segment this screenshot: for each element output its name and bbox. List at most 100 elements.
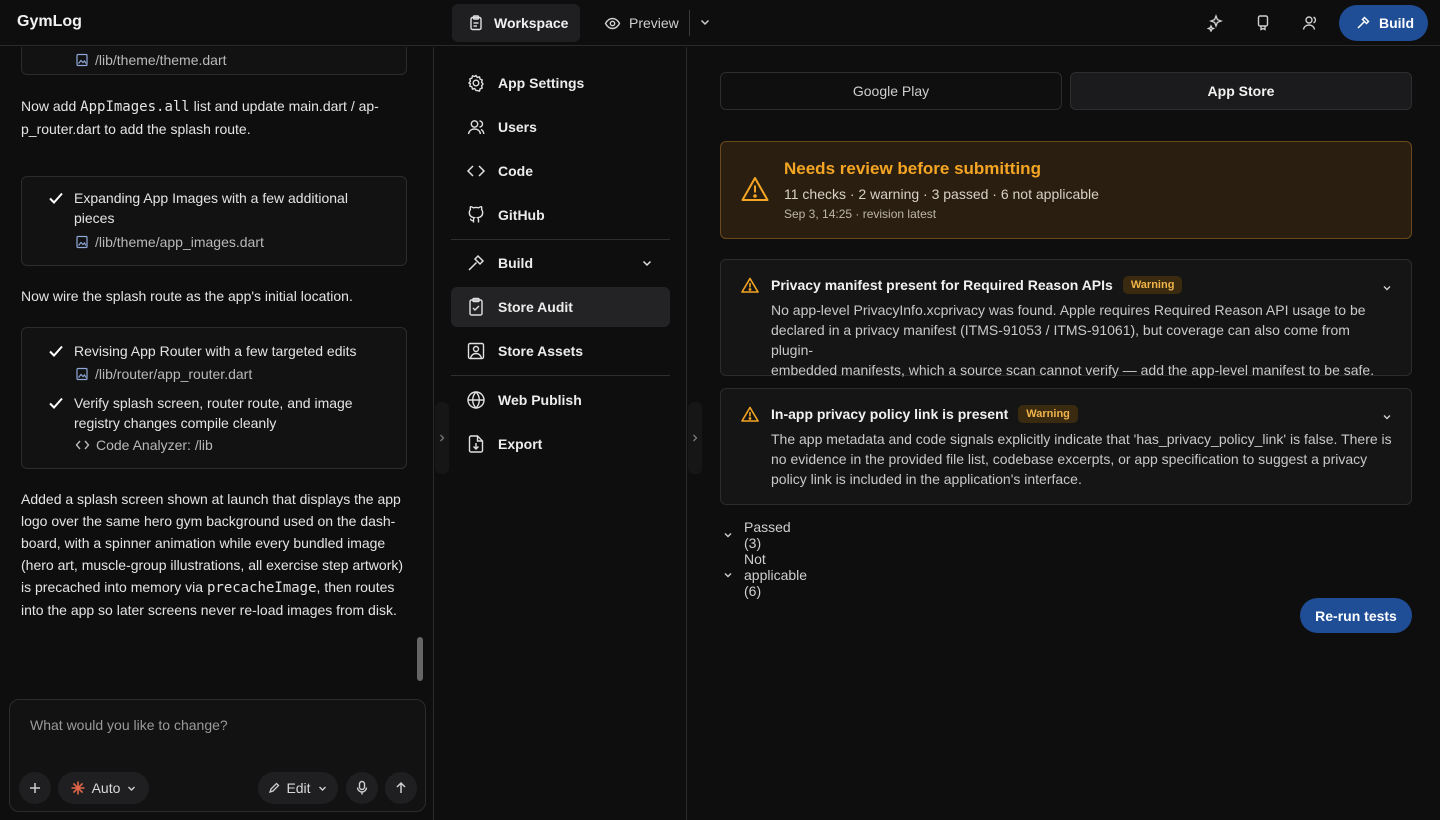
tab-google-play[interactable]: Google Play: [720, 72, 1062, 110]
image-icon: [466, 341, 486, 361]
audit-issue[interactable]: Privacy manifest present for Required Re…: [720, 259, 1412, 378]
eye-icon: [604, 15, 621, 32]
nav-item-build[interactable]: Build: [451, 243, 670, 283]
issue-title: Privacy manifest present for Required Re…: [771, 277, 1113, 293]
nav-divider: [451, 375, 670, 376]
chevron-down-icon: [722, 529, 734, 541]
warning-icon: [741, 277, 759, 293]
mode-select[interactable]: Auto: [58, 772, 149, 804]
chevron-down-icon: [317, 783, 328, 794]
edit-select[interactable]: Edit: [258, 772, 338, 804]
code-icon: [75, 439, 90, 451]
microphone-icon: [355, 780, 369, 796]
rerun-tests-button[interactable]: Re-run tests: [1300, 598, 1412, 633]
collapse-nav-handle[interactable]: [688, 402, 702, 474]
divider: [689, 10, 690, 36]
scrollbar[interactable]: [417, 637, 423, 681]
chevron-down-icon[interactable]: [698, 15, 712, 29]
nav-item-store-audit[interactable]: Store Audit: [451, 287, 670, 327]
file-export-icon: [466, 434, 486, 454]
clipboard-icon: [468, 15, 484, 31]
file-path[interactable]: /lib/router/app_router.dart: [75, 366, 252, 382]
chevron-right-icon: [691, 433, 699, 443]
nav-item-github[interactable]: GitHub: [451, 195, 670, 235]
passed-section-toggle[interactable]: Passed (3): [722, 519, 791, 551]
users-icon[interactable]: [1300, 13, 1320, 33]
warning-badge: Warning: [1018, 405, 1078, 423]
chevron-down-icon: [640, 256, 654, 270]
task-item: Expanding App Images with a few addition…: [48, 188, 348, 228]
sparkle-icon[interactable]: [1206, 13, 1226, 33]
check-icon: [48, 396, 64, 433]
tool-card: Revising App Router with a few targeted …: [21, 327, 407, 469]
message-text: Now add AppImages.all list and update ma…: [21, 98, 379, 137]
nav-item-app-settings[interactable]: App Settings: [451, 63, 670, 103]
clipboard-check-icon: [466, 297, 486, 317]
warning-icon: [741, 406, 759, 422]
tab-workspace-label: Workspace: [494, 15, 569, 31]
nav-item-web-publish[interactable]: Web Publish: [451, 380, 670, 420]
users-icon: [466, 117, 486, 137]
tool-reference[interactable]: Code Analyzer: /lib: [75, 437, 213, 453]
microphone-button[interactable]: [346, 772, 378, 804]
file-path[interactable]: /lib/theme/app_images.dart: [75, 234, 264, 250]
message-text: Added a splash screen shown at launch th…: [21, 491, 404, 618]
task-item: Verify splash screen, router route, and …: [48, 393, 353, 433]
nav-divider: [451, 239, 670, 240]
gear-icon: [466, 73, 486, 93]
pencil-icon: [268, 782, 280, 794]
code-icon: [466, 161, 486, 181]
alert-meta: Sep 3, 14:25 · revision latest: [784, 207, 937, 221]
alert-counts: 11 checks · 2 warning · 3 passed · 6 not…: [784, 186, 1099, 202]
chat-panel: /lib/theme/theme.dart Now add AppImages.…: [0, 47, 434, 820]
image-file-icon: [75, 53, 89, 67]
audit-issue[interactable]: In-app privacy policy link is present Wa…: [720, 388, 1412, 505]
issue-description: No app-level PrivacyInfo.xcprivacy was f…: [771, 302, 1375, 378]
chat-input[interactable]: What would you like to change?: [30, 717, 228, 733]
workspace-nav: App Settings Users Code GitHub Build Sto…: [435, 47, 687, 820]
attach-button[interactable]: [19, 772, 51, 804]
plus-icon: [28, 781, 42, 795]
build-button[interactable]: Build: [1339, 5, 1428, 41]
file-path[interactable]: /lib/theme/theme.dart: [75, 52, 227, 68]
arrow-up-icon: [394, 781, 408, 795]
nav-item-store-assets[interactable]: Store Assets: [451, 331, 670, 371]
image-file-icon: [75, 235, 89, 249]
warning-badge: Warning: [1122, 276, 1183, 294]
chat-composer[interactable]: What would you like to change? Auto Edit: [9, 699, 426, 812]
tab-workspace[interactable]: Workspace: [452, 4, 580, 42]
github-icon: [466, 205, 486, 225]
tool-card: Expanding App Images with a few addition…: [21, 176, 407, 266]
nav-item-users[interactable]: Users: [451, 107, 670, 147]
chevron-down-icon: [126, 783, 137, 794]
top-bar: GymLog Workspace Preview Build: [0, 0, 1440, 46]
image-file-icon: [75, 367, 89, 381]
globe-icon: [466, 390, 486, 410]
alert-title: Needs review before submitting: [784, 159, 1041, 178]
check-icon: [48, 344, 64, 361]
send-button[interactable]: [385, 772, 417, 804]
nav-item-code[interactable]: Code: [451, 151, 670, 191]
issue-description: The app metadata and code signals explic…: [771, 431, 1392, 487]
device-icon[interactable]: [1253, 13, 1273, 33]
hammer-icon: [1355, 15, 1371, 31]
issue-title: In-app privacy policy link is present: [771, 406, 1009, 422]
task-item: Revising App Router with a few targeted …: [48, 341, 357, 361]
build-button-label: Build: [1379, 15, 1414, 31]
tab-preview[interactable]: Preview: [596, 4, 679, 42]
chevron-down-icon: [722, 569, 734, 581]
starburst-icon: [70, 780, 86, 796]
chevron-down-icon[interactable]: [1381, 282, 1393, 294]
review-summary-alert: Needs review before submitting 11 checks…: [720, 141, 1412, 239]
tab-preview-label: Preview: [629, 15, 679, 31]
tab-app-store[interactable]: App Store: [1070, 72, 1412, 110]
tool-card: /lib/theme/theme.dart: [21, 47, 407, 75]
nav-item-export[interactable]: Export: [451, 424, 670, 464]
not-applicable-section-toggle[interactable]: Not applicable (6): [722, 551, 807, 599]
message-text: Now wire the splash route as the app's i…: [21, 288, 353, 304]
check-icon: [48, 191, 64, 228]
warning-icon: [741, 176, 769, 202]
app-title: GymLog: [17, 13, 82, 30]
hammer-icon: [466, 253, 486, 273]
chevron-down-icon[interactable]: [1381, 411, 1393, 423]
